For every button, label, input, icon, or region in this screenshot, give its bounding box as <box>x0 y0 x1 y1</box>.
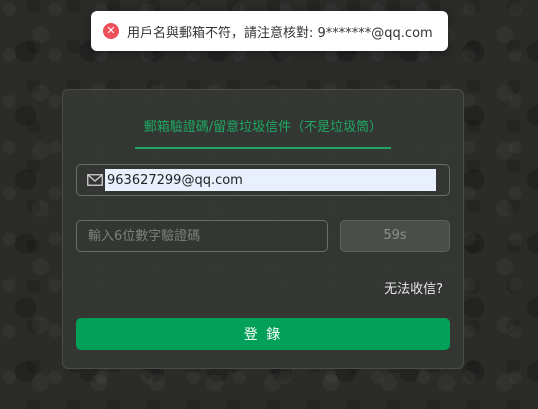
email-input[interactable] <box>105 169 436 191</box>
email-field[interactable] <box>76 164 450 196</box>
tab-email-verification[interactable]: 郵箱驗證碼/留意垃圾信件（不是垃圾筒） <box>135 116 391 135</box>
error-icon: ✕ <box>103 23 119 39</box>
resend-countdown-button[interactable]: 59s <box>340 220 450 252</box>
verification-code-input[interactable] <box>76 220 328 252</box>
error-toast: ✕ 用戶名與郵箱不符，請注意核對: 9*******@qq.com <box>91 11 448 51</box>
login-button[interactable]: 登 錄 <box>76 318 450 350</box>
tab-active-underline <box>135 147 391 149</box>
mail-icon <box>87 174 103 186</box>
login-card: 郵箱驗證碼/留意垃圾信件（不是垃圾筒） 59s 无法收信? 登 錄 <box>62 89 464 369</box>
toast-message: 用戶名與郵箱不符，請注意核對: 9*******@qq.com <box>127 25 433 41</box>
cannot-receive-link[interactable]: 无法收信? <box>384 278 443 297</box>
